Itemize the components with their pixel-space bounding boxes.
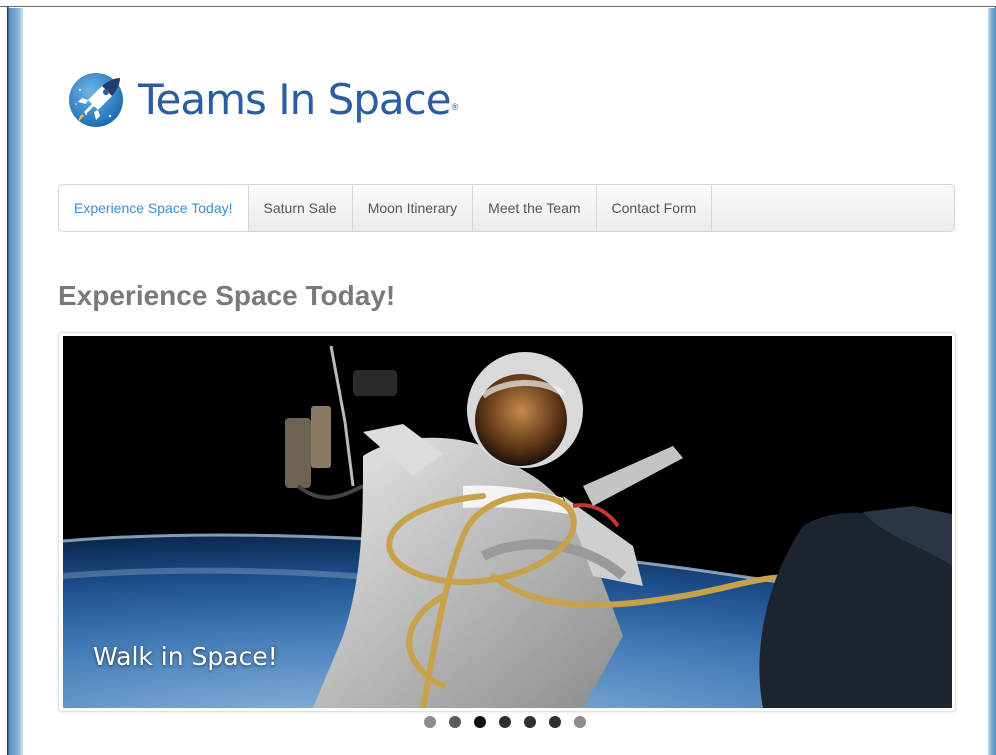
carousel-slide[interactable]: Walk in Space!	[63, 336, 952, 708]
nav-experience-space-today[interactable]: Experience Space Today!	[59, 185, 249, 231]
carousel-pagination	[424, 716, 599, 728]
carousel-dot-3[interactable]	[474, 716, 486, 728]
nav-meet-the-team[interactable]: Meet the Team	[473, 185, 597, 231]
brand-name: Teams In Space	[138, 74, 452, 124]
carousel-dot-7[interactable]	[574, 716, 586, 728]
carousel-dot-5[interactable]	[524, 716, 536, 728]
nav-saturn-sale[interactable]: Saturn Sale	[249, 185, 353, 231]
window-top-edge	[0, 0, 996, 7]
rocket-planet-icon	[69, 73, 123, 127]
main-nav: Experience Space Today! Saturn Sale Moon…	[58, 184, 955, 232]
carousel-dot-2[interactable]	[449, 716, 461, 728]
carousel-dot-1[interactable]	[424, 716, 436, 728]
carousel-dot-6[interactable]	[549, 716, 561, 728]
nav-moon-itinerary[interactable]: Moon Itinerary	[353, 185, 474, 231]
carousel-dot-4[interactable]	[499, 716, 511, 728]
slide-caption: Walk in Space!	[93, 642, 278, 671]
frame-side-left	[9, 8, 23, 755]
frame-side-right	[988, 8, 996, 755]
nav-contact-form[interactable]: Contact Form	[597, 185, 713, 231]
site-logo[interactable]: Teams In Space ®	[66, 68, 458, 130]
image-carousel[interactable]: Walk in Space!	[58, 332, 956, 712]
brand-trademark: ®	[451, 102, 459, 112]
page-title: Experience Space Today!	[58, 280, 396, 311]
